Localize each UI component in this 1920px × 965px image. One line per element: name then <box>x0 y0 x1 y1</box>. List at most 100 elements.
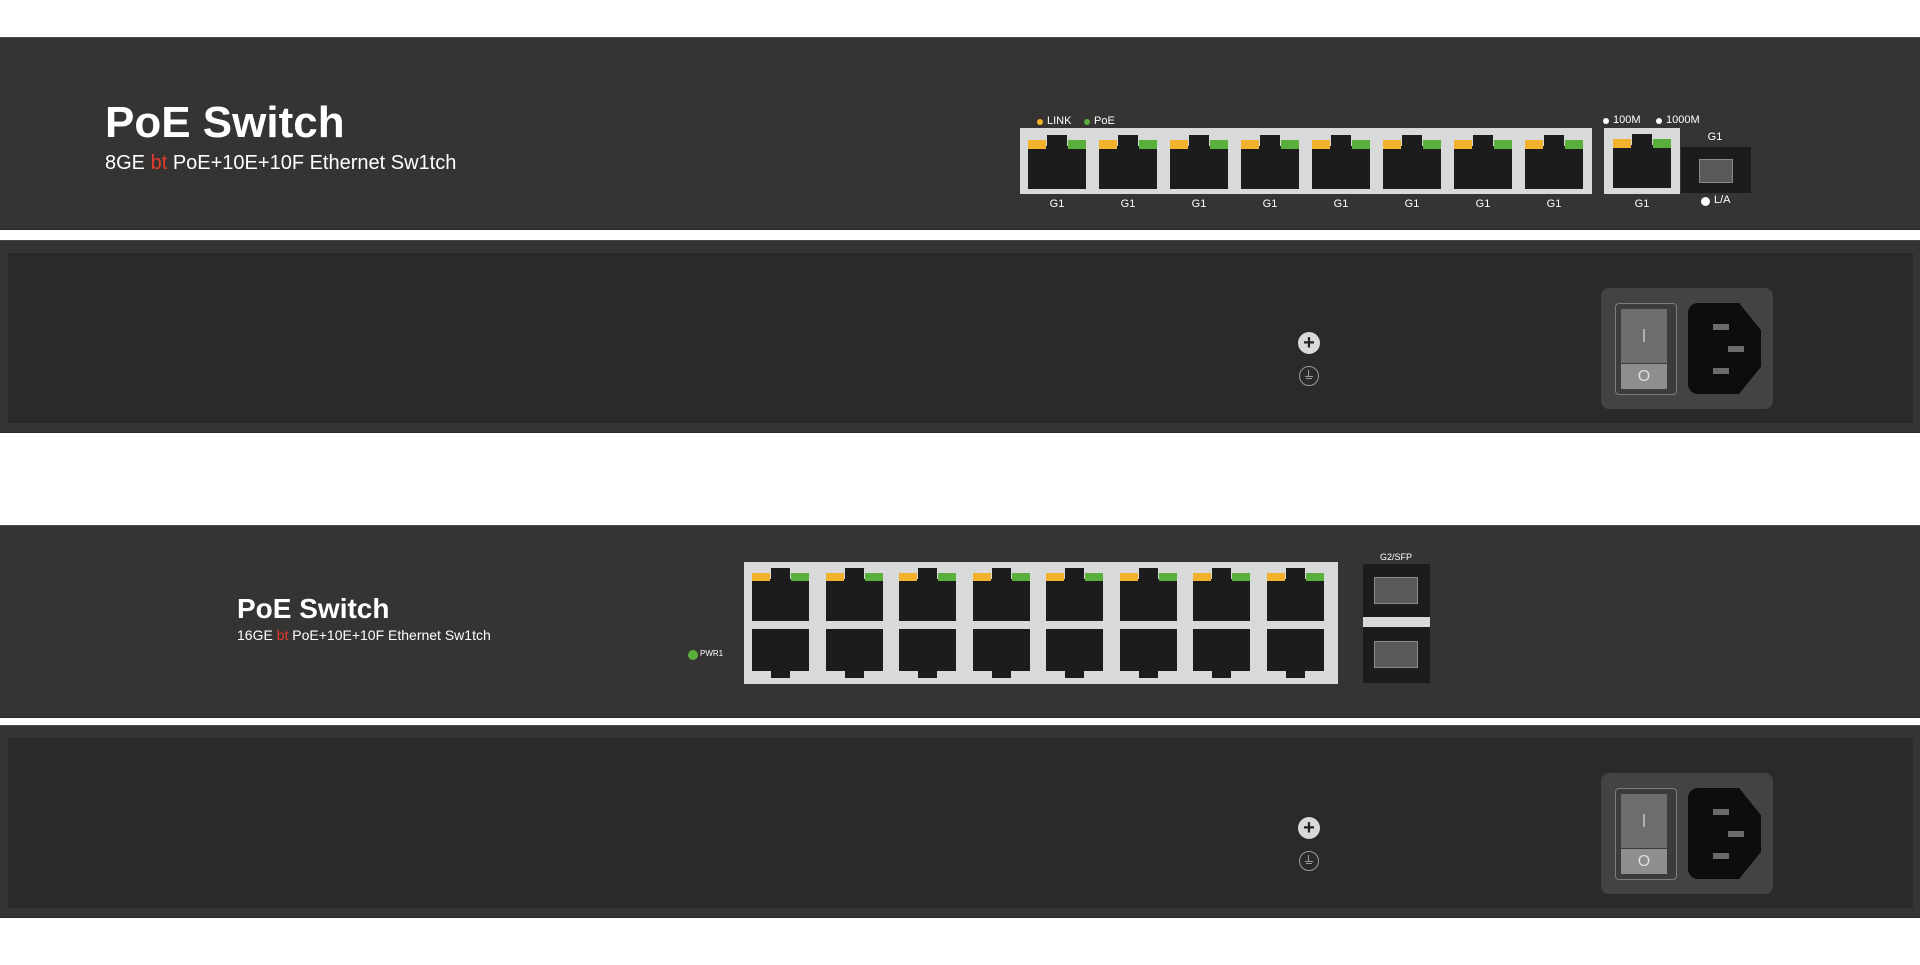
iec-pin-bottom <box>1713 853 1729 859</box>
uplink-port-label: G1 <box>1634 198 1650 210</box>
link-led <box>1119 573 1138 581</box>
top-row-rj45-port[interactable] <box>899 579 956 621</box>
rj45-port[interactable] <box>1170 146 1228 189</box>
pwr1-label: PWR1 <box>700 649 724 658</box>
poe-led <box>1565 140 1583 149</box>
poe-led <box>1158 573 1177 581</box>
device-1-subtitle: 8GE bt PoE+10E+10F Ethernet Sw1tch <box>105 152 457 174</box>
device-1-front-panel: PoE Switch 8GE bt PoE+10E+10F Ethernet S… <box>0 37 1920 230</box>
rj45-port-tab <box>1065 568 1084 580</box>
poe-legend-dot <box>1084 119 1090 125</box>
bottom-row-rj45-port[interactable] <box>899 629 956 671</box>
port-label: G1 <box>1404 198 1420 210</box>
top-row-rj45-port[interactable] <box>1119 579 1177 621</box>
device-2-sfp-slot-2[interactable] <box>1374 641 1418 668</box>
rj45-port-tab <box>991 670 1011 678</box>
sfp-la-label: L/A <box>1714 194 1731 206</box>
link-led <box>1383 140 1401 149</box>
poe-led <box>1281 140 1299 149</box>
rj45-port-tab <box>1138 568 1158 580</box>
poe-led <box>1085 573 1103 581</box>
rj45-port[interactable] <box>1383 146 1441 189</box>
grounding-screw-icon: + <box>1298 332 1320 354</box>
link-led <box>825 573 844 581</box>
port-label: G1 <box>1333 198 1349 210</box>
rj45-port[interactable] <box>1028 146 1086 189</box>
device-2-rear-panel: + I O <box>0 725 1920 918</box>
rj45-port-tab <box>1189 135 1209 147</box>
link-led <box>1454 140 1472 149</box>
uplink-rj45-tab <box>1632 134 1652 146</box>
link-led <box>1241 140 1259 149</box>
link-led <box>1312 140 1330 149</box>
rj45-port-tab <box>918 670 937 678</box>
power-switch-on-label: I <box>1641 811 1647 831</box>
device-2-subtitle-bt: bt <box>276 627 289 643</box>
rj45-port[interactable] <box>1241 146 1299 189</box>
iec-pin-middle <box>1728 831 1744 837</box>
power-switch-off-label: O <box>1637 368 1651 385</box>
top-row-rj45-port[interactable] <box>825 579 883 621</box>
bottom-row-rj45-port[interactable] <box>1119 629 1177 671</box>
rj45-port[interactable] <box>1525 146 1583 189</box>
rj45-port-tab <box>844 568 864 580</box>
link-legend-dot <box>1037 119 1043 125</box>
rj45-port-tab <box>1544 135 1564 147</box>
poe-led <box>1011 573 1030 581</box>
bottom-row-rj45-port[interactable] <box>1046 629 1103 671</box>
grounding-screw-icon: + <box>1298 817 1320 839</box>
poe-led <box>1210 140 1228 149</box>
rj45-port-tab <box>1473 135 1493 147</box>
poe-led <box>1423 140 1441 149</box>
rj45-port-tab <box>1285 670 1305 678</box>
rj45-port-tab <box>771 568 790 580</box>
rj45-port-tab <box>1138 670 1158 678</box>
device-1-title: PoE Switch <box>105 98 345 147</box>
rj45-port-tab <box>991 568 1011 580</box>
device-1-sfp-slot[interactable] <box>1699 159 1733 183</box>
bottom-row-rj45-port[interactable] <box>972 629 1030 671</box>
1000m-legend-label: 1000M <box>1666 114 1700 126</box>
rj45-port-tab <box>1118 135 1138 147</box>
link-led <box>1028 140 1046 149</box>
device-2-subtitle: 16GE bt PoE+10E+10F Ethernet Sw1tch <box>237 627 491 643</box>
top-row-rj45-port[interactable] <box>752 579 809 621</box>
port-label: G1 <box>1120 198 1136 210</box>
device-2-front-panel: PoE Switch 16GE bt PoE+10E+10F Ethernet … <box>0 525 1920 718</box>
100m-legend-label: 100M <box>1613 114 1641 126</box>
rj45-port-tab <box>1065 670 1084 678</box>
link-legend-label: LINK <box>1047 115 1072 127</box>
poe-led <box>1139 140 1157 149</box>
link-led <box>1046 573 1064 581</box>
poe-led <box>1352 140 1370 149</box>
100m-legend-dot <box>1603 118 1609 124</box>
rj45-port-tab <box>1260 135 1280 147</box>
sfp-la-led <box>1701 197 1710 206</box>
port-label: G1 <box>1262 198 1278 210</box>
device-2-sfp-divider <box>1363 617 1430 627</box>
poe-legend-label: PoE <box>1094 115 1115 127</box>
rj45-port-tab <box>1047 135 1067 147</box>
top-row-rj45-port[interactable] <box>1046 579 1103 621</box>
ground-symbol-icon <box>1299 851 1319 871</box>
iec-pin-middle <box>1728 346 1744 352</box>
device-2-sfp-slot-1[interactable] <box>1374 577 1418 604</box>
top-row-rj45-port[interactable] <box>1266 579 1324 621</box>
link-led <box>1266 573 1285 581</box>
bottom-row-rj45-port[interactable] <box>825 629 883 671</box>
sfp-port-label: G1 <box>1707 131 1723 143</box>
bottom-row-rj45-port[interactable] <box>1266 629 1324 671</box>
bottom-row-rj45-port[interactable] <box>752 629 809 671</box>
rj45-port[interactable] <box>1454 146 1512 189</box>
rj45-port[interactable] <box>1312 146 1370 189</box>
top-row-rj45-port[interactable] <box>972 579 1030 621</box>
rj45-port-tab <box>918 568 937 580</box>
bottom-row-rj45-port[interactable] <box>1193 629 1250 671</box>
rj45-port-tab <box>844 670 864 678</box>
rj45-port[interactable] <box>1099 146 1157 189</box>
device-1-rear-panel: + I O <box>0 240 1920 433</box>
iec-pin-top <box>1713 324 1729 330</box>
poe-led <box>1494 140 1512 149</box>
uplink-rj45-port[interactable] <box>1613 145 1671 188</box>
top-row-rj45-port[interactable] <box>1193 579 1250 621</box>
